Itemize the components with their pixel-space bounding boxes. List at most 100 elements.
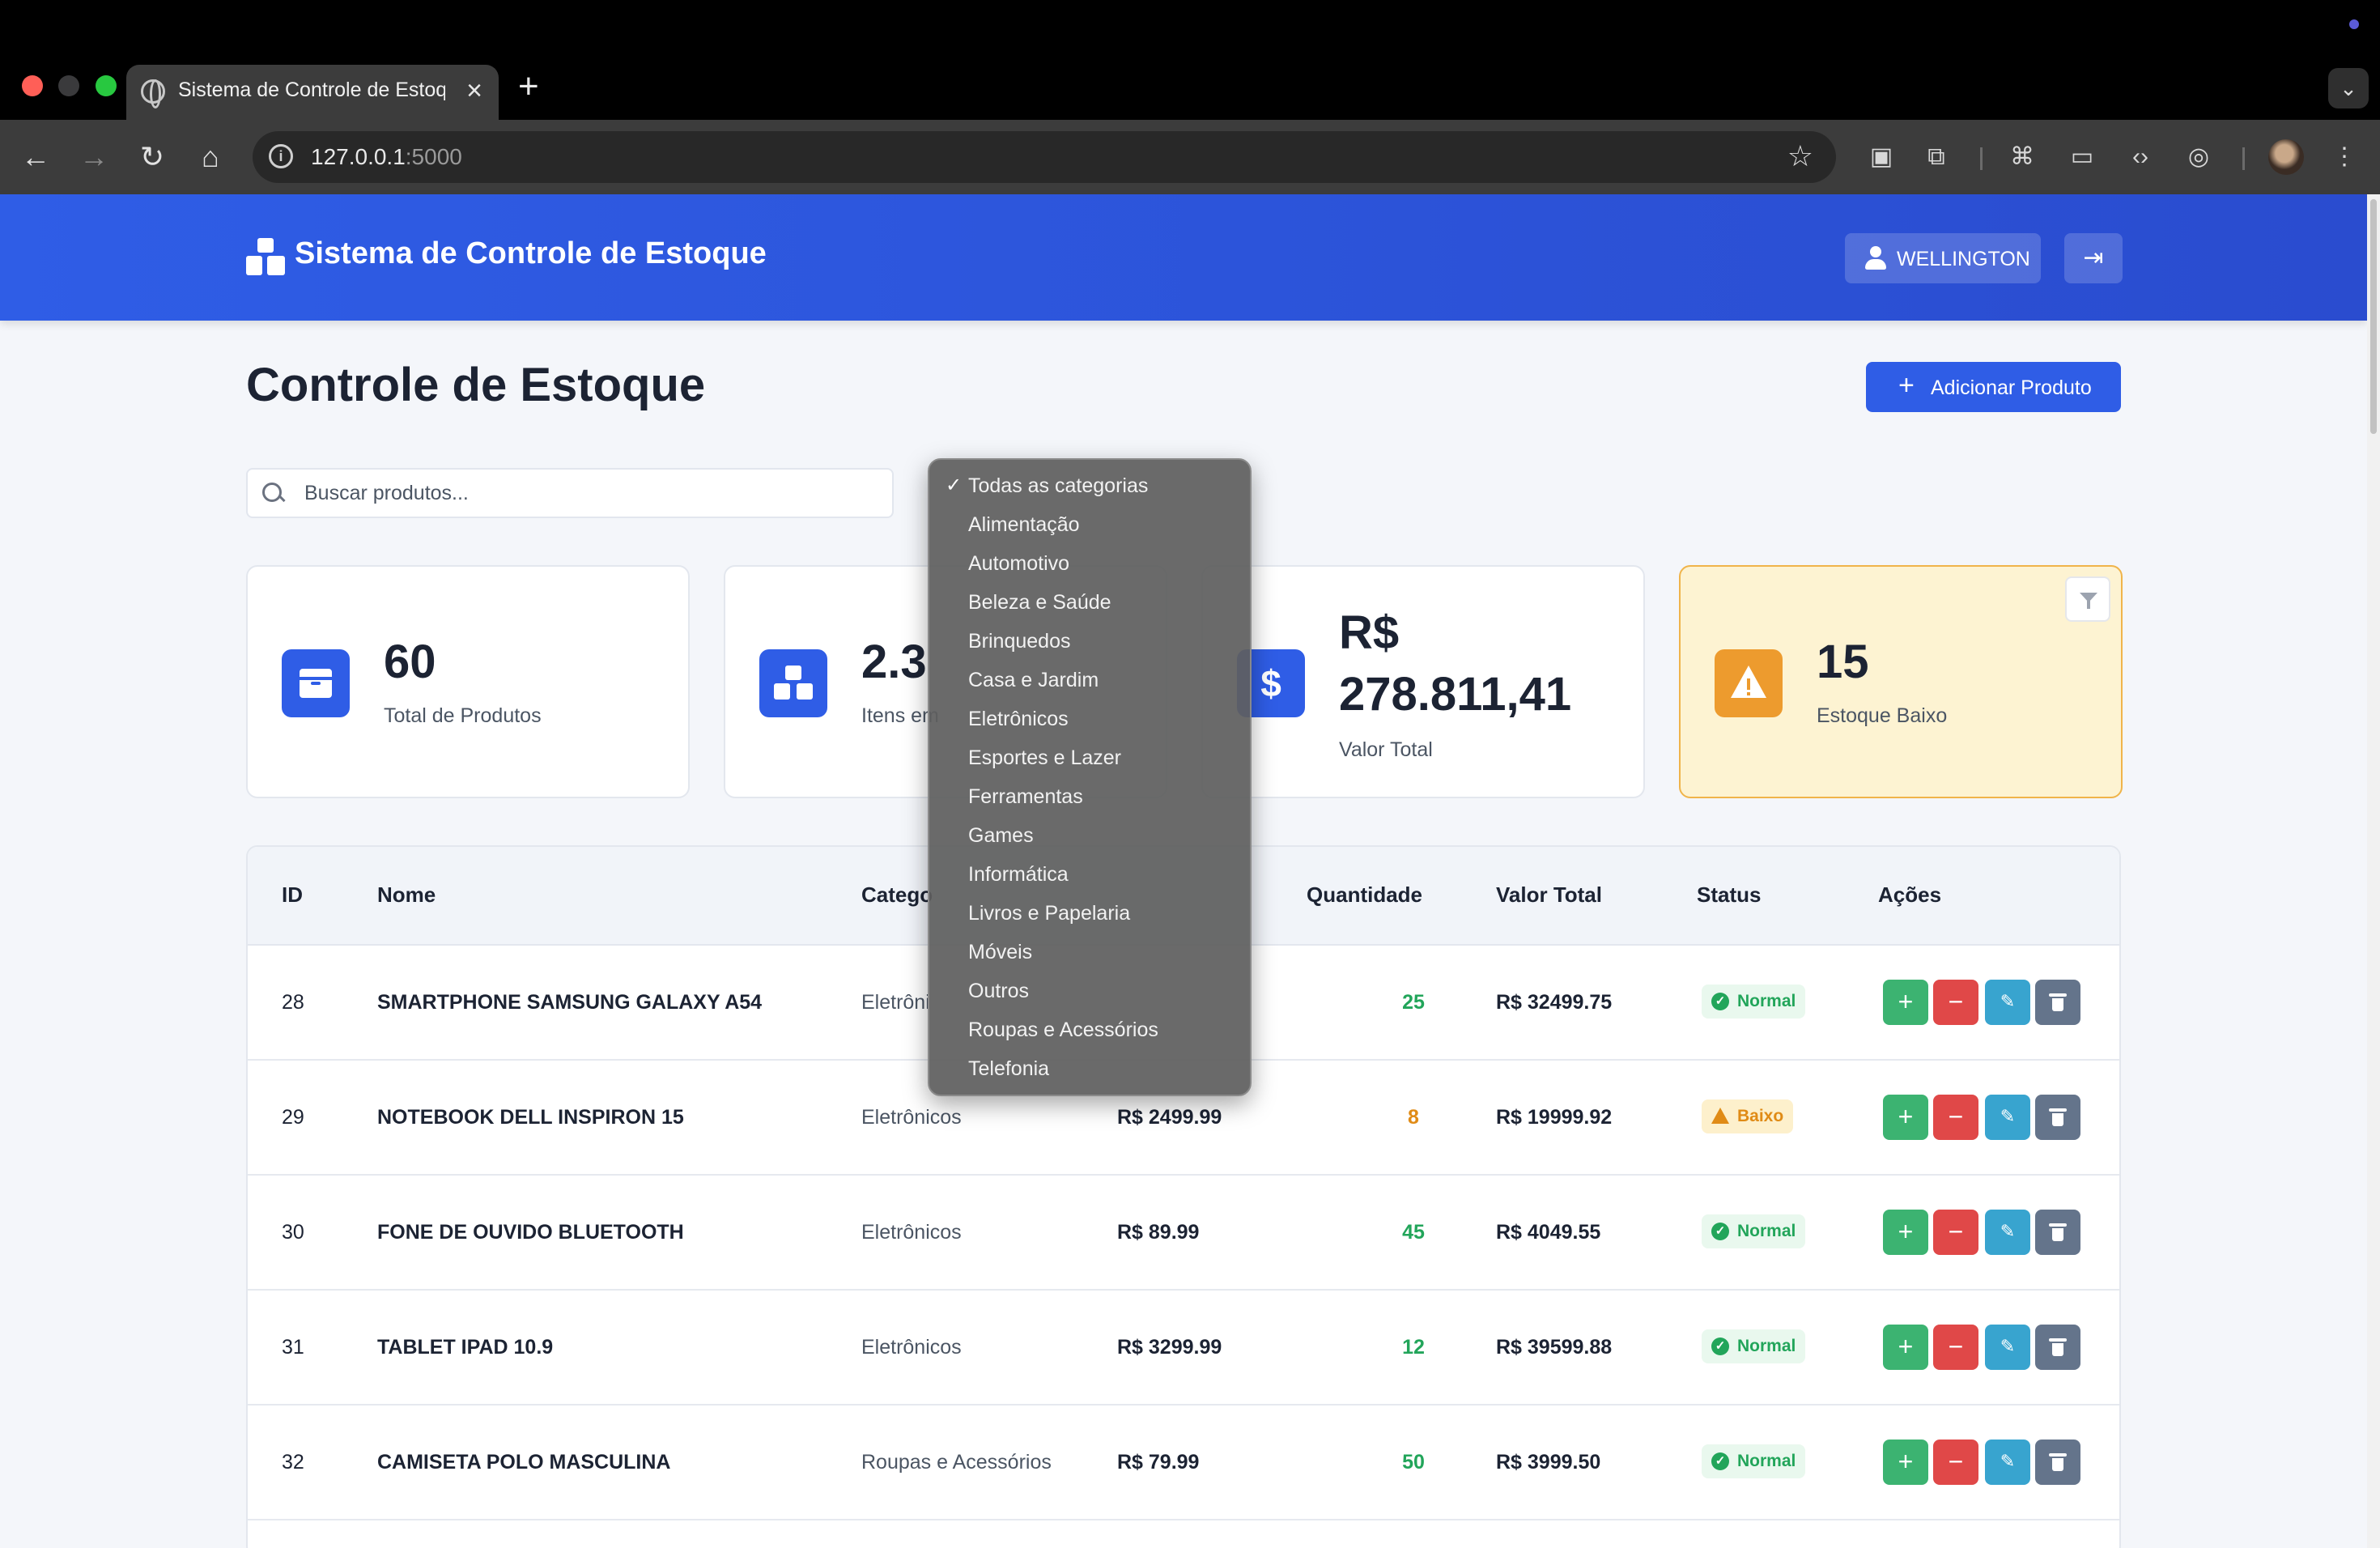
column-header-categoria[interactable]: Catego	[861, 882, 933, 908]
cell-nome: NOTEBOOK DELL INSPIRON 15	[377, 1106, 684, 1129]
decrease-stock-button[interactable]: −	[1933, 1440, 1978, 1485]
browser-tab[interactable]: Sistema de Controle de Estoque ×	[126, 65, 499, 120]
cell-quantidade: 50	[1402, 1451, 1425, 1474]
stat-card-estoque-baixo[interactable]: 15 Estoque Baixo	[1679, 565, 2123, 798]
home-button[interactable]: ⌂	[191, 138, 230, 176]
add-product-button[interactable]: + Adicionar Produto	[1866, 362, 2121, 412]
trash-icon	[2049, 1223, 2067, 1241]
check-circle-icon: ✓	[1711, 1452, 1729, 1470]
edit-icon: ✎	[2000, 1106, 2016, 1126]
category-option[interactable]: Beleza e Saúde	[968, 591, 1111, 615]
stat-card-total-produtos: 60 Total de Produtos	[246, 565, 690, 798]
category-option[interactable]: Ferramentas	[968, 785, 1083, 809]
cell-nome: TABLET IPAD 10.9	[377, 1336, 554, 1359]
delete-product-button[interactable]	[2035, 1325, 2080, 1370]
toolbar-divider	[2242, 147, 2245, 170]
increase-stock-button[interactable]: +	[1883, 980, 1928, 1025]
boxes-icon	[246, 238, 285, 275]
category-select-dropdown[interactable]: ✓ Todas as categorias Alimentação Automo…	[928, 458, 1252, 1096]
column-header-valor-total[interactable]: Valor Total	[1496, 882, 1602, 908]
increase-stock-button[interactable]: +	[1883, 1440, 1928, 1485]
edit-product-button[interactable]: ✎	[1985, 1210, 2030, 1255]
add-product-label: Adicionar Produto	[1931, 376, 2092, 399]
delete-product-button[interactable]	[2035, 1210, 2080, 1255]
address-url[interactable]: 127.0.0.1:5000	[311, 144, 462, 170]
forward-button[interactable]: →	[74, 138, 113, 176]
category-option[interactable]: Roupas e Acessórios	[968, 1019, 1158, 1042]
site-info-icon[interactable]: i	[269, 144, 293, 168]
increase-stock-button[interactable]: +	[1883, 1325, 1928, 1370]
plus-icon: +	[1898, 1102, 1914, 1131]
category-option[interactable]: Automotivo	[968, 552, 1069, 576]
browser-menu-icon[interactable]: ⋮	[2327, 139, 2362, 175]
edit-product-button[interactable]: ✎	[1985, 980, 2030, 1025]
window-zoom-button[interactable]	[96, 75, 117, 96]
decrease-stock-button[interactable]: −	[1933, 1095, 1978, 1140]
decrease-stock-button[interactable]: −	[1933, 980, 1978, 1025]
cell-preco: R$ 2499.99	[1117, 1106, 1222, 1129]
decrease-stock-button[interactable]: −	[1933, 1325, 1978, 1370]
search-input[interactable]	[304, 470, 871, 517]
extensions-puzzle-icon[interactable]: ⧉	[1919, 139, 1954, 175]
back-button[interactable]: ←	[16, 138, 55, 176]
category-option[interactable]: Móveis	[968, 941, 1032, 964]
user-menu-button[interactable]: WELLINGTON	[1845, 233, 2041, 283]
category-option[interactable]: Livros e Papelaria	[968, 902, 1130, 925]
column-header-nome[interactable]: Nome	[377, 882, 436, 908]
category-option[interactable]: Outros	[968, 980, 1029, 1003]
brand-title[interactable]: Sistema de Controle de Estoque	[295, 236, 767, 271]
status-badge: ✓ Normal	[1702, 1444, 1806, 1478]
increase-stock-button[interactable]: +	[1883, 1210, 1928, 1255]
reload-button[interactable]: ↻	[133, 138, 172, 176]
column-header-id[interactable]: ID	[282, 882, 303, 908]
category-option[interactable]: Alimentação	[968, 513, 1080, 537]
scrollbar-thumb[interactable]	[2370, 199, 2377, 434]
stat-value: 278.811,41	[1339, 668, 1572, 721]
filter-low-stock-button[interactable]	[2065, 576, 2110, 622]
logout-button[interactable]: ⇥	[2064, 233, 2123, 283]
code-icon[interactable]: ‹›	[2123, 139, 2158, 175]
category-option[interactable]: Esportes e Lazer	[968, 746, 1121, 770]
delete-product-button[interactable]	[2035, 1095, 2080, 1140]
profile-avatar[interactable]	[2268, 139, 2304, 175]
address-bar[interactable]: i 127.0.0.1:5000 ☆	[253, 131, 1836, 183]
window-close-button[interactable]	[22, 75, 43, 96]
delete-product-button[interactable]	[2035, 1440, 2080, 1485]
decrease-stock-button[interactable]: −	[1933, 1210, 1978, 1255]
minus-icon: −	[1948, 1447, 1964, 1476]
category-option[interactable]: Casa e Jardim	[968, 669, 1099, 692]
cell-id: 32	[282, 1451, 304, 1474]
category-option[interactable]: Eletrônicos	[968, 708, 1069, 731]
category-option[interactable]: Games	[968, 824, 1034, 848]
cell-quantidade: 12	[1402, 1336, 1425, 1359]
column-header-quantidade[interactable]: Quantidade	[1307, 882, 1422, 908]
tab-search-button[interactable]: ⌄	[2328, 68, 2369, 108]
category-option[interactable]: Telefonia	[968, 1057, 1049, 1081]
edit-product-button[interactable]: ✎	[1985, 1095, 2030, 1140]
device-toggle-icon[interactable]: ▭	[2064, 139, 2100, 175]
edit-product-button[interactable]: ✎	[1985, 1325, 2030, 1370]
edit-product-button[interactable]: ✎	[1985, 1440, 2030, 1485]
cast-extension-icon[interactable]: ▣	[1864, 139, 1899, 175]
column-header-status[interactable]: Status	[1697, 882, 1761, 908]
bookmark-star-icon[interactable]: ☆	[1787, 139, 1813, 173]
cell-quantidade: 25	[1402, 991, 1425, 1014]
category-option[interactable]: Todas as categorias	[968, 474, 1148, 498]
tab-close-icon[interactable]: ×	[466, 74, 482, 107]
box-icon	[282, 649, 350, 717]
translate-icon[interactable]: ⌘	[2004, 139, 2040, 175]
category-option[interactable]: Brinquedos	[968, 630, 1070, 653]
category-option[interactable]: Informática	[968, 863, 1069, 887]
page-scrollbar[interactable]	[2367, 194, 2380, 1548]
increase-stock-button[interactable]: +	[1883, 1095, 1928, 1140]
cell-preco: R$ 89.99	[1117, 1221, 1200, 1244]
trash-icon	[2049, 1338, 2067, 1356]
app-header: Sistema de Controle de Estoque WELLINGTO…	[0, 194, 2367, 321]
window-minimize-button[interactable]	[58, 75, 79, 96]
cell-id: 30	[282, 1221, 304, 1244]
stat-value-currency: R$	[1339, 606, 1400, 659]
new-tab-button[interactable]: +	[518, 66, 539, 107]
screenshot-icon[interactable]: ◎	[2181, 139, 2216, 175]
table-row: 30 FONE DE OUVIDO BLUETOOTH Eletrônicos …	[248, 1176, 2119, 1291]
delete-product-button[interactable]	[2035, 980, 2080, 1025]
